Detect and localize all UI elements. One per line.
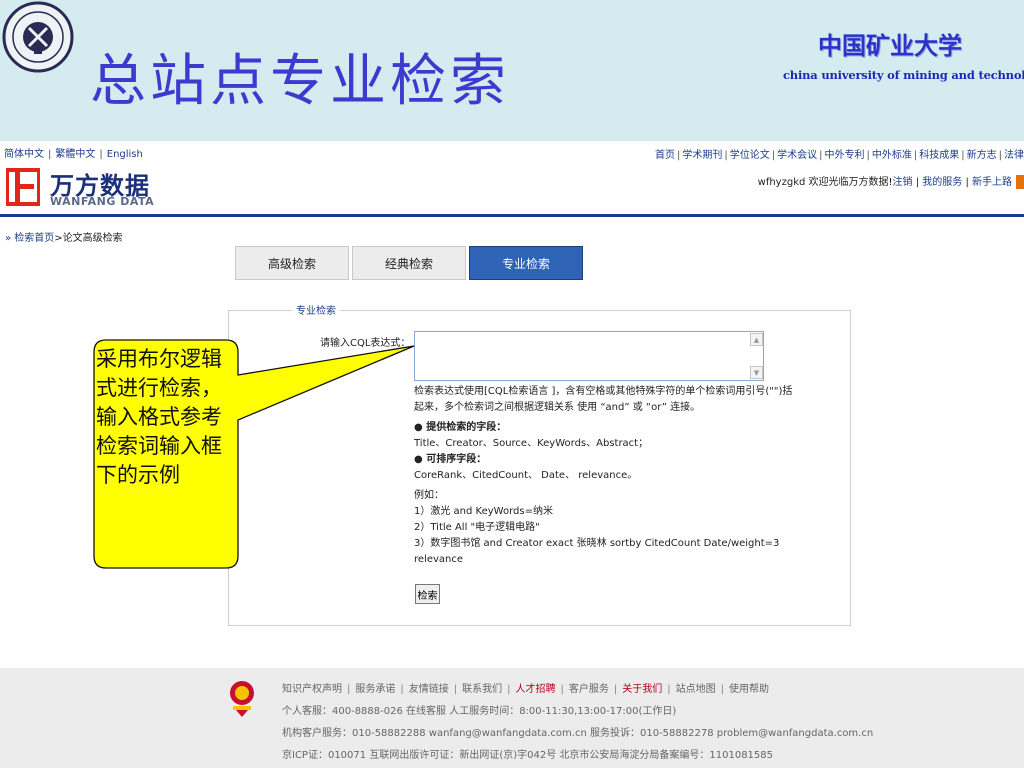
lang-english-link[interactable]: English xyxy=(107,149,143,160)
tab-advanced-search[interactable]: 高级检索 xyxy=(235,246,349,280)
nav-home[interactable]: 首页 xyxy=(655,150,675,161)
lang-traditional-link[interactable]: 繁體中文 xyxy=(55,149,95,160)
footer-institution-contact: 机构客户服务：010-58882288 wanfang@wanfangdata.… xyxy=(282,728,874,739)
new-user-guide-link[interactable]: 新手上路 xyxy=(972,177,1012,188)
breadcrumb: » 检索首页>论文高级检索 xyxy=(5,229,123,244)
cql-expression-input[interactable] xyxy=(414,331,764,381)
university-name-en: china university of mining and technolog… xyxy=(783,68,1024,82)
cql-field-label: 请输入CQL表达式： xyxy=(320,338,411,349)
callout-text: 采用布尔逻辑式进行检索，输入格式参考检索词输入框下的示例 xyxy=(96,347,222,487)
tab-classic-search[interactable]: 经典检索 xyxy=(352,246,466,280)
footer-text: 知识产权声明 | 服务承诺 | 友情链接 | 联系我们 | 人才招聘 | 客户服务 | 关于我们 | 站点地… xyxy=(282,679,873,767)
footer-link-help[interactable]: 使用帮助 xyxy=(729,684,769,695)
wanfang-logo[interactable]: 万方数据 WANFANG DATA xyxy=(6,166,166,210)
nav-local-chronicles[interactable]: 新方志 xyxy=(967,150,997,161)
logout-link[interactable]: 注销 xyxy=(893,177,913,188)
lang-simplified-link[interactable]: 简体中文 xyxy=(4,149,44,160)
header-divider xyxy=(0,214,1024,217)
top-navigation: 首页 | 学术期刊 | 学位论文 | 学术会议 | 中外专利 | 中外标准 | 科技成果 | 新方志 | 法律 xyxy=(655,150,1024,161)
footer-link-contact[interactable]: 联系我们 xyxy=(462,684,502,695)
wanfang-logo-icon xyxy=(6,168,40,206)
help-fields-list: Title、Creator、Source、KeyWords、Abstract； xyxy=(414,438,649,449)
panel-legend: 专业检索 xyxy=(292,302,340,317)
scroll-down-icon[interactable]: ▼ xyxy=(750,366,763,379)
help-example-2: 2）Title All "电子逻辑电路" xyxy=(414,522,540,533)
help-sort-list: CoreRank、CitedCount、 Date、 relevance。 xyxy=(414,470,638,481)
user-bar: wfhyzgkd 欢迎光临万方数据!注销 | 我的服务 | 新手上路 xyxy=(758,173,1024,189)
help-sort-heading: ● 可排序字段： xyxy=(414,454,487,465)
help-line: 检索表达式使用[CQL检索语言 ]，含有空格或其他特殊字符的单个检索词用引号("… xyxy=(414,386,793,397)
guide-badge-icon xyxy=(1016,175,1024,189)
cql-help-text: 检索表达式使用[CQL检索语言 ]，含有空格或其他特殊字符的单个检索词用引号("… xyxy=(414,384,793,568)
footer-service-hours: 个人客服：400-8888-026 在线客服 人工服务时间：8:00-11:30… xyxy=(282,706,677,717)
breadcrumb-separator: > xyxy=(54,233,63,244)
footer-link-commitment[interactable]: 服务承诺 xyxy=(355,684,395,695)
footer-link-about[interactable]: 关于我们 xyxy=(622,684,662,695)
language-switcher: 简体中文 | 繁體中文 | English xyxy=(4,149,143,160)
police-emblem-icon xyxy=(230,681,254,717)
help-line: 起来，多个检索词之间根据逻辑关系 使用 “and” 或 “or” 连接。 xyxy=(414,402,701,413)
breadcrumb-home-link[interactable]: 检索首页 xyxy=(14,233,54,244)
logo-text-en: WANFANG DATA xyxy=(50,195,155,208)
scroll-up-icon[interactable]: ▲ xyxy=(750,333,763,346)
nav-law[interactable]: 法律 xyxy=(1004,150,1024,161)
nav-standards[interactable]: 中外标准 xyxy=(872,150,912,161)
search-submit-button[interactable]: 检索 xyxy=(415,584,440,604)
help-example-3-cont: relevance xyxy=(414,554,464,565)
footer-link-sitemap[interactable]: 站点地图 xyxy=(676,684,716,695)
breadcrumb-current: 论文高级检索 xyxy=(62,233,123,244)
university-seal-icon xyxy=(2,1,74,73)
nav-theses[interactable]: 学位论文 xyxy=(730,150,770,161)
help-example-heading: 例如： xyxy=(414,490,444,501)
university-name-cn: 中国矿业大学 xyxy=(818,31,962,60)
tab-professional-search[interactable]: 专业检索 xyxy=(469,246,583,280)
slide-title: 总站点专业检索 xyxy=(90,49,510,114)
help-example-1: 1）激光 and KeyWords=纳米 xyxy=(414,506,553,517)
footer-link-customer-service[interactable]: 客户服务 xyxy=(569,684,609,695)
help-example-3: 3）数字图书馆 and Creator exact 张晓林 sortby Cit… xyxy=(414,538,780,549)
welcome-text: wfhyzgkd 欢迎光临万方数据! xyxy=(757,177,893,188)
nav-conferences[interactable]: 学术会议 xyxy=(777,150,817,161)
footer-license: 京ICP证：010071 互联网出版许可证：新出网证(京)字042号 北京市公安… xyxy=(282,750,774,761)
breadcrumb-arrow-icon: » xyxy=(5,233,15,244)
footer-link-jobs[interactable]: 人才招聘 xyxy=(516,684,556,695)
footer-link-ip[interactable]: 知识产权声明 xyxy=(282,684,342,695)
my-service-link[interactable]: 我的服务 xyxy=(922,177,962,188)
nav-journals[interactable]: 学术期刊 xyxy=(682,150,722,161)
nav-patents[interactable]: 中外专利 xyxy=(825,150,865,161)
nav-achievements[interactable]: 科技成果 xyxy=(919,150,959,161)
help-fields-heading: ● 提供检索的字段： xyxy=(414,422,507,433)
footer-links: 知识产权声明 | 服务承诺 | 友情链接 | 联系我们 | 人才招聘 | 客户服务 | 关于我们 | 站点地… xyxy=(282,684,769,695)
footer-link-friends[interactable]: 友情链接 xyxy=(409,684,449,695)
